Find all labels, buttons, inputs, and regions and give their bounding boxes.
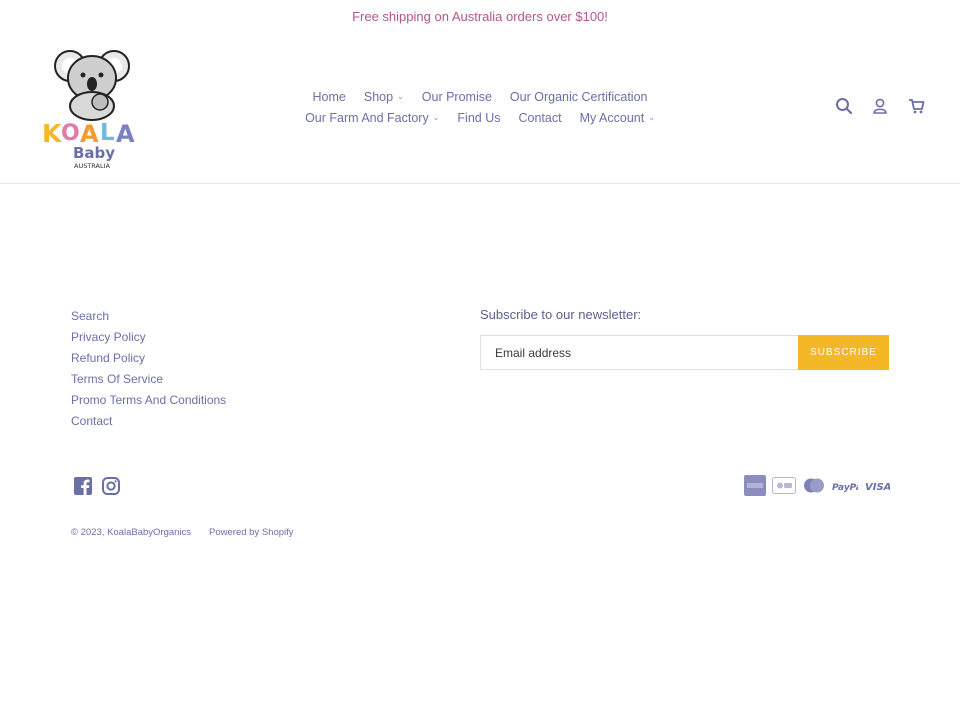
nav-item-find-us[interactable]: Find Us: [457, 111, 500, 125]
nav-row-2: Our Farm And Factory ⌄ Find Us Contact My…: [260, 107, 700, 128]
footer-links: Search Privacy Policy Refund Policy Term…: [71, 307, 226, 433]
svg-text:Baby: Baby: [73, 144, 115, 162]
nav-item-home[interactable]: Home: [313, 90, 346, 104]
header-icons: [834, 96, 926, 116]
logo-letters: K: [42, 119, 63, 148]
nav-item-my-account[interactable]: My Account ⌄: [580, 111, 655, 125]
footer-link-search[interactable]: Search: [71, 307, 226, 328]
facebook-icon[interactable]: [73, 476, 93, 496]
svg-text:PayPal: PayPal: [832, 483, 858, 492]
cart-icon[interactable]: [906, 96, 926, 116]
mastercard-icon: [802, 475, 826, 496]
search-icon[interactable]: [834, 96, 854, 116]
email-field[interactable]: [480, 335, 798, 370]
footer-link-privacy-policy[interactable]: Privacy Policy: [71, 328, 226, 349]
nav-row-1: Home Shop ⌄ Our Promise Our Organic Certi…: [260, 86, 700, 107]
nav-item-contact[interactable]: Contact: [519, 111, 562, 125]
instagram-icon[interactable]: [101, 476, 121, 496]
svg-text:L: L: [100, 120, 115, 146]
koala-logo-image: K O A L A Baby AUSTRALIA: [42, 50, 135, 170]
svg-text:VISA: VISA: [865, 482, 890, 492]
copyright-text: © 2023, KoalaBabyOrganics: [71, 527, 192, 538]
chevron-down-icon: ⌄: [648, 113, 655, 122]
nav-item-farm-factory[interactable]: Our Farm And Factory ⌄: [305, 111, 439, 125]
announcement-bar: Free shipping on Australia orders over $…: [352, 9, 608, 24]
nav-item-organic-certification[interactable]: Our Organic Certification: [510, 90, 648, 104]
paypal-icon: PayPal: [832, 475, 858, 496]
footer-link-contact[interactable]: Contact: [71, 412, 226, 433]
svg-text:A: A: [116, 120, 135, 148]
nav-item-shop[interactable]: Shop ⌄: [364, 90, 404, 104]
american-express-icon: [744, 475, 766, 496]
social-links: [73, 476, 121, 496]
powered-by-shopify-link[interactable]: Powered by Shopify: [209, 527, 294, 538]
visa-icon: VISA: [864, 475, 890, 496]
payment-icons: PayPal VISA: [744, 475, 890, 496]
svg-text:AUSTRALIA: AUSTRALIA: [74, 162, 111, 170]
newsletter-title: Subscribe to our newsletter:: [480, 307, 642, 322]
footer-link-promo-terms[interactable]: Promo Terms And Conditions: [71, 391, 226, 412]
chevron-down-icon: ⌄: [432, 113, 440, 122]
footer-link-refund-policy[interactable]: Refund Policy: [71, 349, 226, 370]
subscribe-button[interactable]: SUBSCRIBE: [798, 335, 889, 370]
site-logo[interactable]: K O A L A Baby AUSTRALIA: [40, 44, 144, 170]
copyright: © 2023, KoalaBabyOrganics Powered by Sho…: [71, 527, 294, 538]
newsletter-form: SUBSCRIBE: [480, 335, 889, 370]
store-link[interactable]: KoalaBabyOrganics: [107, 527, 191, 538]
site-header: K O A L A Baby AUSTRALIA Home Shop ⌄ Our …: [0, 34, 960, 184]
chevron-down-icon: ⌄: [397, 92, 404, 101]
footer-link-terms-of-service[interactable]: Terms Of Service: [71, 370, 226, 391]
account-icon[interactable]: [870, 96, 890, 116]
svg-text:O: O: [61, 121, 80, 146]
nav-item-our-promise[interactable]: Our Promise: [422, 90, 492, 104]
main-navigation: Home Shop ⌄ Our Promise Our Organic Certi…: [260, 86, 700, 128]
apple-pay-icon: [772, 475, 796, 496]
